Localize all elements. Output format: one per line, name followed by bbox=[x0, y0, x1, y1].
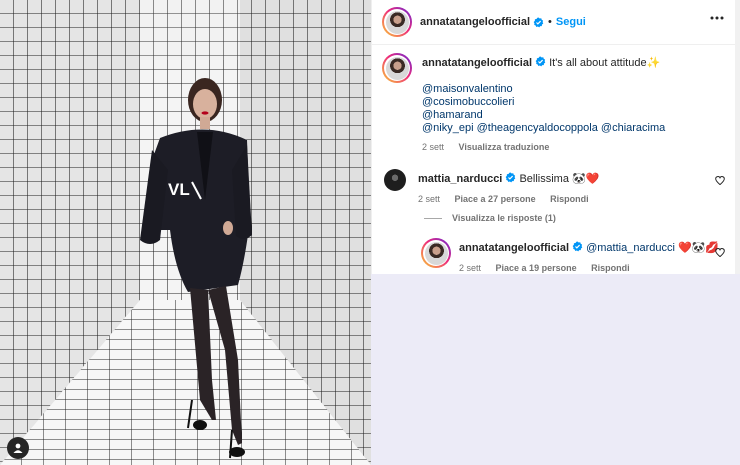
mention-link[interactable]: @cosimobuccolieri bbox=[422, 96, 665, 109]
caption-text: It's all about attitude✨ bbox=[549, 57, 661, 69]
author-avatar[interactable] bbox=[382, 7, 412, 37]
user-tag-icon bbox=[13, 443, 23, 453]
caption-timestamp[interactable]: 2 sett bbox=[422, 142, 444, 152]
mention-link[interactable]: @maisonvalentino bbox=[422, 83, 665, 96]
translate-button[interactable]: Visualizza traduzione bbox=[459, 142, 550, 152]
header-username[interactable]: annatatangeloofficial bbox=[420, 16, 530, 28]
view-replies-label: Visualizza le risposte (1) bbox=[452, 213, 556, 223]
comment-likes[interactable]: Piace a 27 persone bbox=[455, 194, 536, 204]
reply-button[interactable]: Rispondi bbox=[591, 263, 630, 273]
mention-link[interactable]: @hamarand bbox=[422, 109, 665, 122]
page-background bbox=[371, 274, 740, 465]
post-caption: annatatangeloofficial It's all about att… bbox=[382, 53, 726, 154]
reply-likes[interactable]: Piace a 19 persone bbox=[496, 263, 577, 273]
follow-button[interactable]: Segui bbox=[556, 16, 586, 28]
user-tag-button[interactable] bbox=[7, 437, 29, 459]
more-options-icon[interactable] bbox=[710, 16, 724, 20]
caption-avatar[interactable] bbox=[382, 53, 412, 83]
caption-username[interactable]: annatatangeloofficial bbox=[422, 57, 532, 69]
mention-link[interactable]: @chiaracima bbox=[601, 122, 665, 134]
replies-divider bbox=[424, 217, 442, 219]
post-details-panel: annatatangeloofficial • Segui annatatang… bbox=[371, 0, 736, 275]
verified-badge-icon bbox=[506, 172, 516, 183]
heart-icon[interactable] bbox=[715, 248, 725, 257]
svg-text:VL: VL bbox=[168, 180, 190, 199]
verified-badge-icon bbox=[533, 16, 544, 27]
post-image: VL bbox=[0, 0, 371, 465]
post-photo[interactable]: VL bbox=[0, 0, 371, 465]
reply-item: annatatangeloofficial @mattia_narducci ❤… bbox=[421, 238, 719, 275]
reply-mention[interactable]: @mattia_narducci bbox=[586, 242, 675, 254]
verified-badge-icon bbox=[535, 56, 546, 67]
verified-badge-icon bbox=[572, 241, 583, 252]
reply-username[interactable]: annatatangeloofficial bbox=[459, 242, 569, 254]
reply-timestamp[interactable]: 2 sett bbox=[459, 263, 481, 273]
commenter-avatar[interactable] bbox=[384, 169, 406, 191]
mention-link[interactable]: @theagencyaldocoppola bbox=[477, 122, 598, 134]
mention-link[interactable]: @niky_epi bbox=[422, 122, 474, 134]
reply-text: ❤️🐼💋 bbox=[677, 242, 720, 254]
view-replies-button[interactable]: Visualizza le risposte (1) bbox=[424, 213, 556, 223]
comment-timestamp[interactable]: 2 sett bbox=[418, 194, 440, 204]
comment-text: Bellissima 🐼❤️ bbox=[519, 173, 600, 185]
post-header: annatatangeloofficial • Segui bbox=[372, 0, 736, 45]
separator-dot: • bbox=[548, 16, 552, 28]
comment-item: mattia_narducci Bellissima 🐼❤️ 2 sett Pi… bbox=[384, 169, 601, 206]
reply-avatar[interactable] bbox=[421, 238, 451, 268]
comment-username[interactable]: mattia_narducci bbox=[418, 173, 502, 185]
reply-button[interactable]: Rispondi bbox=[550, 194, 589, 204]
heart-icon[interactable] bbox=[715, 176, 725, 185]
panel-scrollbar[interactable] bbox=[735, 0, 740, 274]
